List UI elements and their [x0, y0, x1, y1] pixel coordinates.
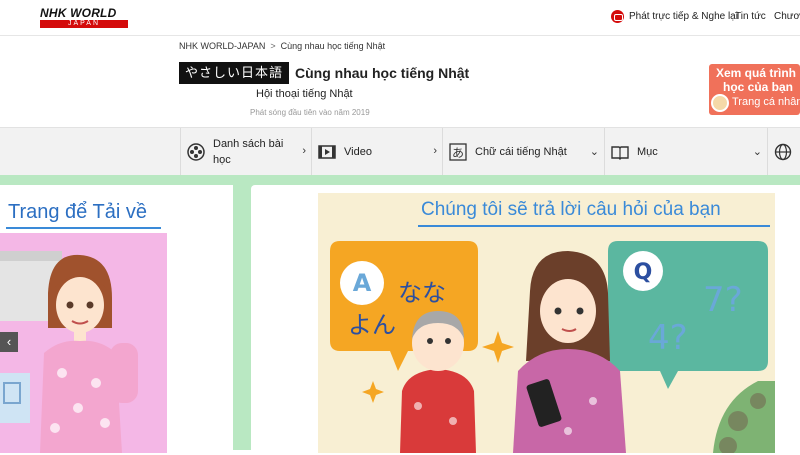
hiragana-a-icon: あ	[449, 143, 467, 161]
nav-japanese-alphabet-label: Chữ cái tiếng Nhật	[475, 146, 567, 158]
live-label: Phát trực tiếp & Nghe lại	[629, 11, 738, 22]
book-icon	[611, 143, 629, 161]
news-link[interactable]: Tin tức	[735, 11, 766, 22]
live-tv-icon	[611, 10, 624, 23]
global-header: NHK WORLD JAPAN Phát trực tiếp & Nghe lạ…	[0, 0, 800, 36]
carousel-prev-button[interactable]: ‹	[0, 332, 18, 352]
nav-categories-label: Mục	[637, 146, 658, 158]
first-aired-text: Phát sóng đầu tiên vào năm 2019	[250, 108, 370, 117]
svg-text:あ: あ	[452, 146, 464, 160]
live-link[interactable]: Phát trực tiếp & Nghe lại	[611, 10, 738, 23]
logo-text: NHK WORLD	[40, 6, 117, 20]
qa-banner[interactable]: Chúng tôi sẽ trả lời câu hỏi của bạn A な…	[318, 193, 775, 453]
chevron-right-icon: ›	[302, 145, 306, 157]
grandmother-avatar-icon	[711, 94, 729, 112]
video-icon	[318, 143, 336, 161]
woman-illustration	[0, 251, 138, 453]
breadcrumb-root[interactable]: NHK WORLD-JAPAN	[179, 41, 265, 51]
svg-text:7?: 7?	[703, 280, 743, 320]
svg-text:よん: よん	[348, 311, 396, 339]
breadcrumb-current: Cùng nhau học tiếng Nhật	[280, 41, 386, 51]
chevron-down-icon: ⌄	[589, 146, 599, 158]
nav-video-label: Video	[344, 146, 372, 158]
qa-banner-title: Chúng tôi sẽ trả lời câu hỏi của bạn	[421, 199, 721, 220]
nhk-world-logo[interactable]: NHK WORLD JAPAN	[40, 7, 128, 29]
chevron-down-icon: ⌄	[752, 146, 762, 158]
globe-icon	[774, 143, 792, 161]
logo-subtext: JAPAN	[40, 20, 128, 28]
breadcrumb-separator: >	[270, 41, 276, 51]
nav-language[interactable]	[767, 128, 800, 176]
nav-japanese-alphabet[interactable]: あ Chữ cái tiếng Nhật ⌄	[442, 128, 603, 176]
nav-lesson-list[interactable]: Danh sách bài học ›	[180, 128, 310, 176]
nav-categories[interactable]: Mục ⌄	[604, 128, 766, 176]
programs-link[interactable]: Chươ	[774, 11, 800, 22]
program-subtitle: Hội thoại tiếng Nhật	[256, 88, 353, 100]
breadcrumb: NHK WORLD-JAPAN > Cùng nhau học tiếng Nhật	[179, 41, 385, 51]
program-nav-bar: Danh sách bài học › Video › あ Chữ cái ti…	[0, 127, 800, 176]
nav-video[interactable]: Video ›	[311, 128, 441, 176]
svg-text:4?: 4?	[648, 318, 688, 358]
title-underline	[418, 225, 770, 227]
svg-text:A: A	[353, 269, 372, 297]
download-page-banner[interactable]: Trang để Tải về	[0, 193, 167, 453]
svg-text:Q: Q	[634, 260, 653, 285]
progress-promo-banner[interactable]: Xem quá trình học của bạn Trang cá nhân	[709, 64, 800, 115]
qa-illustration: A なな よん Q 4? 7?	[330, 241, 775, 453]
page-title: Cùng nhau học tiếng Nhật	[295, 65, 470, 81]
japanese-title-badge: やさしい日本語	[179, 62, 290, 84]
promo-line-1: Xem quá trình	[716, 66, 797, 80]
film-reel-icon	[187, 143, 205, 161]
promo-line-3: Trang cá nhân	[732, 96, 800, 108]
title-underline	[6, 227, 161, 229]
chevron-right-icon: ›	[433, 145, 437, 157]
nav-lesson-list-label: Danh sách bài học	[213, 138, 284, 166]
svg-text:なな: なな	[398, 279, 446, 307]
promo-line-2: học của bạn	[723, 80, 794, 94]
program-title-block: やさしい日本語 Cùng nhau học tiếng Nhật	[179, 62, 469, 84]
download-banner-title: Trang để Tải về	[8, 201, 147, 223]
